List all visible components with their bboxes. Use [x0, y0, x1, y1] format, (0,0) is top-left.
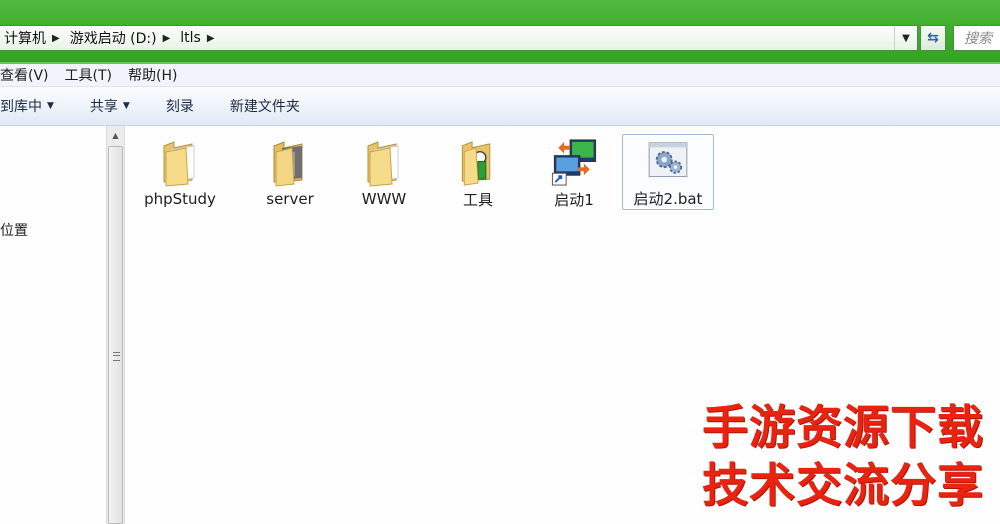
menu-tools[interactable]: 工具(T) [57, 65, 120, 85]
breadcrumb-label: 计算机 [4, 31, 46, 47]
file-item-phpstudy[interactable]: phpStudy [134, 134, 226, 210]
address-dropdown-icon[interactable]: ▼ [894, 26, 917, 50]
nav-item-location[interactable]: 位置 [0, 220, 28, 240]
burn-label: 刻录 [165, 99, 194, 115]
scroll-up-icon[interactable]: ▲ [107, 126, 124, 144]
file-name: 启动1 [554, 191, 594, 209]
breadcrumb-label: ltls [180, 30, 201, 46]
new-folder-button[interactable]: 新建文件夹 [212, 96, 318, 116]
network-shortcut-icon [551, 139, 597, 186]
navigation-pane: 位置 [0, 126, 106, 524]
burn-button[interactable]: 刻录 [148, 96, 212, 116]
file-name: 工具 [462, 191, 493, 209]
breadcrumb-folder[interactable]: ltls ▶ [176, 26, 220, 50]
address-bar[interactable]: 计算机 ▶ 游戏启动 (D:) ▶ ltls ▶ ▼ [0, 25, 918, 51]
search-input[interactable]: 搜索 [953, 25, 1000, 51]
chevron-down-icon: ▼ [47, 101, 54, 111]
nav-scrollbar[interactable]: ▲ [106, 126, 125, 524]
folder-icon [273, 141, 303, 187]
folder-tools-icon [461, 141, 491, 186]
file-item-tools[interactable]: 工具 [432, 134, 524, 210]
file-item-server[interactable]: server [244, 134, 336, 210]
share-button[interactable]: 共享 ▼ [72, 96, 148, 116]
file-item-www[interactable]: WWW [338, 134, 430, 210]
watermark-line: 技术交流分享 [702, 458, 984, 512]
chevron-down-icon: ▼ [122, 101, 130, 111]
include-in-library-label: 到库中 [0, 99, 42, 115]
file-item-launch2-bat[interactable]: 启动2.bat [622, 134, 714, 210]
scroll-thumb[interactable] [108, 146, 123, 524]
grip-icon [113, 352, 120, 361]
watermark-line: 手游资源下载 [702, 400, 984, 454]
file-name: phpStudy [144, 190, 216, 208]
chevron-right-icon[interactable]: ▶ [205, 33, 221, 44]
watermark: 手游资源下载 技术交流分享 [702, 398, 1000, 514]
file-item-launch1[interactable]: 启动1 [528, 134, 620, 210]
gear-bat-icon [648, 142, 688, 178]
chevron-right-icon[interactable]: ▶ [161, 33, 177, 44]
file-name: 启动2.bat [633, 190, 703, 208]
menu-bar: 查看(V) 工具(T) 帮助(H) [0, 64, 1000, 87]
command-bar: 到库中 ▼ 共享 ▼ 刻录 新建文件夹 [0, 87, 1000, 126]
refresh-icon: ⇆ [927, 30, 939, 46]
breadcrumb-computer[interactable]: 计算机 ▶ [0, 26, 66, 50]
menu-view[interactable]: 查看(V) [0, 65, 57, 85]
file-name: WWW [361, 190, 407, 208]
folder-icon [163, 141, 195, 187]
refresh-button[interactable]: ⇆ [920, 25, 946, 51]
new-folder-label: 新建文件夹 [229, 99, 300, 115]
include-in-library-button[interactable]: 到库中 ▼ [0, 96, 72, 116]
folder-icon [367, 141, 399, 187]
file-name: server [266, 190, 314, 208]
search-placeholder: 搜索 [964, 31, 992, 47]
share-label: 共享 [89, 99, 118, 115]
menu-help[interactable]: 帮助(H) [120, 65, 185, 85]
chevron-right-icon[interactable]: ▶ [50, 33, 66, 44]
breadcrumb-drive[interactable]: 游戏启动 (D:) ▶ [66, 26, 177, 50]
breadcrumb-label: 游戏启动 (D:) [69, 31, 157, 47]
